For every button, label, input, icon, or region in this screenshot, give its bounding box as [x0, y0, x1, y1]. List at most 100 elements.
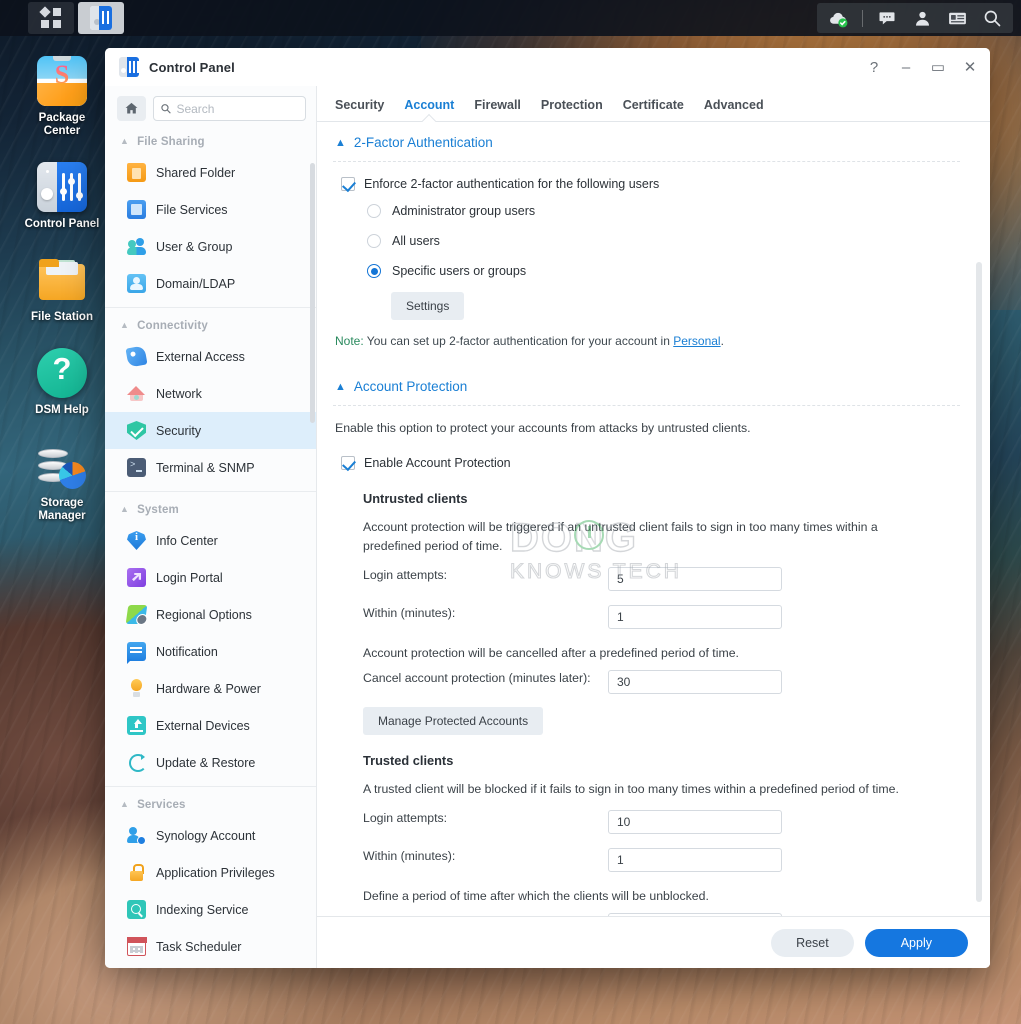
radio-button[interactable]	[367, 264, 381, 278]
search-icon[interactable]	[981, 7, 1003, 29]
sidebar-item-network[interactable]: Network	[105, 375, 316, 412]
chevron-up-icon: ▲	[120, 136, 129, 146]
file-station-icon	[37, 255, 87, 305]
sidebar-item-application-privileges[interactable]: Application Privileges	[105, 854, 316, 891]
sidebar-group-title: File Sharing	[137, 136, 205, 148]
enforce-2fa-checkbox-row[interactable]: Enforce 2-factor authentication for the …	[333, 162, 960, 196]
window-titlebar[interactable]: Control Panel ? – ▭ ✕	[105, 48, 990, 86]
radio-administrator-group-users[interactable]: Administrator group users	[333, 196, 960, 226]
sidebar-group-header[interactable]: ▲ System	[105, 497, 316, 522]
chevron-up-icon: ▲	[120, 504, 129, 514]
sidebar-home-button[interactable]	[117, 96, 146, 121]
sidebar-item-notification[interactable]: Notification	[105, 633, 316, 670]
tab-protection[interactable]: Protection	[541, 98, 603, 121]
close-icon[interactable]: ✕	[962, 59, 978, 75]
sidebar-group-header[interactable]: ▲ Services	[105, 792, 316, 817]
trusted-clients-description: A trusted client will be blocked if it f…	[333, 770, 960, 803]
content-scrollbar[interactable]	[976, 262, 982, 902]
sidebar-item-file-services[interactable]: File Services	[105, 191, 316, 228]
tab-advanced[interactable]: Advanced	[704, 98, 764, 121]
sidebar-item-terminal-snmp[interactable]: Terminal & SNMP	[105, 449, 316, 486]
desktop-icon-dsm-help[interactable]: DSM Help	[16, 348, 108, 417]
desktop-icon-control-panel[interactable]: Control Panel	[16, 162, 108, 231]
cancel-account-protection-input[interactable]	[608, 670, 782, 694]
desktop-icon-storage-manager[interactable]: Storage Manager	[16, 441, 108, 523]
enable-account-protection-label: Enable Account Protection	[364, 455, 511, 471]
personal-link[interactable]: Personal	[673, 334, 720, 348]
sidebar-item-label: User & Group	[156, 240, 232, 254]
account-protection-description: Enable this option to protect your accou…	[333, 406, 960, 441]
radio-specific-users-or-groups[interactable]: Specific users or groups	[333, 256, 960, 286]
sidebar-item-user-group[interactable]: User & Group	[105, 228, 316, 265]
trusted-within-minutes-input[interactable]	[608, 848, 782, 872]
untrusted-within-minutes-input[interactable]	[608, 605, 782, 629]
sidebar-item-login-portal[interactable]: Login Portal	[105, 559, 316, 596]
package-center-icon: S	[37, 56, 87, 106]
manage-protected-accounts-button[interactable]: Manage Protected Accounts	[363, 707, 543, 735]
sidebar-item-info-center[interactable]: Info Center	[105, 522, 316, 559]
apply-button[interactable]: Apply	[865, 929, 968, 957]
radio-all-users[interactable]: All users	[333, 226, 960, 256]
sidebar-item-domain-ldap[interactable]: Domain/LDAP	[105, 265, 316, 302]
synology-account-icon	[127, 826, 146, 845]
radio-button[interactable]	[367, 204, 381, 218]
sidebar-item-label: External Devices	[156, 719, 250, 733]
desktop-icon-file-station[interactable]: File Station	[16, 255, 108, 324]
apps-grid-button[interactable]	[28, 2, 74, 34]
unblock-minutes-input[interactable]	[608, 913, 782, 916]
2fa-note: Note: You can set up 2-factor authentica…	[333, 320, 960, 354]
sidebar-group-header[interactable]: ▲ File Sharing	[105, 129, 316, 154]
desktop-icon-package-center[interactable]: S Package Center	[16, 56, 108, 138]
sidebar-item-label: Task Scheduler	[156, 940, 241, 954]
sidebar-group-title: Connectivity	[137, 320, 208, 332]
sidebar-item-security[interactable]: Security	[105, 412, 316, 449]
sidebar-item-indexing-service[interactable]: Indexing Service	[105, 891, 316, 928]
sidebar-group-header[interactable]: ▲ Connectivity	[105, 313, 316, 338]
untrusted-login-attempts-input[interactable]	[608, 567, 782, 591]
tab-firewall[interactable]: Firewall	[474, 98, 521, 121]
field-label: Within (minutes):	[363, 848, 608, 865]
2fa-settings-button[interactable]: Settings	[391, 292, 464, 320]
sidebar-search-input[interactable]	[176, 102, 299, 116]
sidebar-scrollbar[interactable]	[310, 163, 315, 423]
sidebar-item-regional-options[interactable]: Regional Options	[105, 596, 316, 633]
security-shield-icon	[127, 421, 146, 440]
user-account-icon[interactable]	[911, 7, 933, 29]
tab-account[interactable]: Account	[404, 98, 454, 121]
radio-button[interactable]	[367, 234, 381, 248]
maximize-icon[interactable]: ▭	[930, 59, 946, 75]
notifications-icon[interactable]	[876, 7, 898, 29]
enforce-2fa-checkbox[interactable]	[341, 177, 355, 191]
sidebar-item-update-restore[interactable]: Update & Restore	[105, 744, 316, 781]
field-label: Within (minutes):	[363, 605, 608, 622]
enable-account-protection-checkbox[interactable]	[341, 456, 355, 470]
note-text: You can set up 2-factor authentication f…	[364, 334, 674, 348]
taskbar-app-control-panel[interactable]	[78, 2, 124, 34]
apps-grid-icon	[41, 8, 61, 28]
section-header-2fa[interactable]: ▲ 2-Factor Authentication	[333, 122, 960, 162]
sidebar-search-box[interactable]	[153, 96, 306, 121]
sidebar-item-synology-account[interactable]: Synology Account	[105, 817, 316, 854]
tab-certificate[interactable]: Certificate	[623, 98, 684, 121]
reset-button[interactable]: Reset	[771, 929, 854, 957]
sidebar-item-shared-folder[interactable]: Shared Folder	[105, 154, 316, 191]
cloud-sync-icon[interactable]	[827, 7, 849, 29]
sidebar-item-label: Notification	[156, 645, 218, 659]
dsm-help-icon	[37, 348, 87, 398]
tab-security[interactable]: Security	[335, 98, 384, 121]
help-icon[interactable]: ?	[866, 59, 882, 75]
widgets-icon[interactable]	[946, 7, 968, 29]
settings-scroll-region: ▲ 2-Factor Authentication Enforce 2-fact…	[317, 122, 990, 916]
sidebar-item-label: Info Center	[156, 534, 218, 548]
desktop-icon-label: File Station	[31, 311, 93, 324]
minimize-icon[interactable]: –	[898, 59, 914, 75]
sidebar-item-external-devices[interactable]: External Devices	[105, 707, 316, 744]
section-header-account-protection[interactable]: ▲ Account Protection	[333, 366, 960, 406]
trusted-login-attempts-input[interactable]	[608, 810, 782, 834]
enable-account-protection-row[interactable]: Enable Account Protection	[333, 441, 960, 475]
sidebar-item-task-scheduler[interactable]: Task Scheduler	[105, 928, 316, 965]
section-title: 2-Factor Authentication	[354, 135, 493, 150]
sidebar-item-external-access[interactable]: External Access	[105, 338, 316, 375]
sidebar-item-hardware-power[interactable]: Hardware & Power	[105, 670, 316, 707]
sidebar: ▲ File Sharing Shared Folder File Servic…	[105, 86, 317, 968]
